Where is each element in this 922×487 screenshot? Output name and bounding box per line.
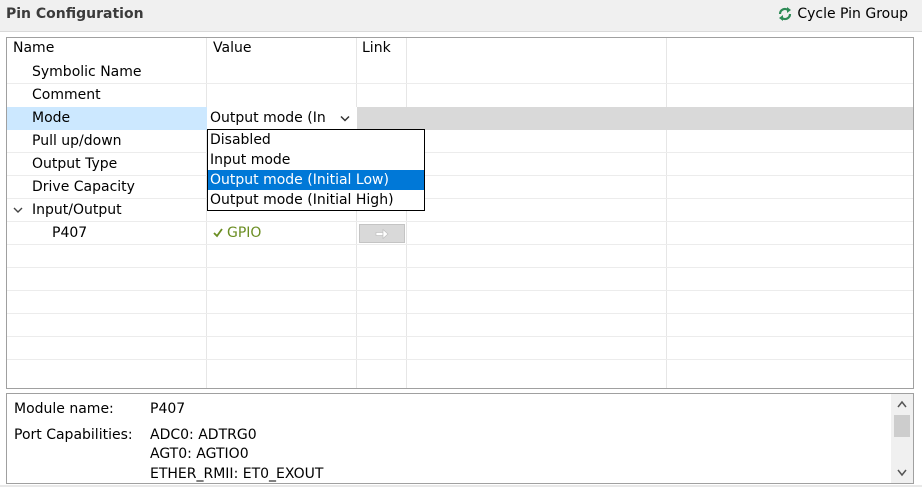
table-row-drive-capacity[interactable]: Drive Capacity bbox=[7, 176, 913, 199]
row-separator bbox=[7, 290, 913, 291]
row-name: Comment bbox=[32, 87, 101, 103]
chevron-down-icon bbox=[897, 469, 907, 477]
row-name: Pull up/down bbox=[32, 133, 122, 149]
row-name: Drive Capacity bbox=[32, 179, 135, 195]
capability-item: ETHER_RMII: ET0_EXOUT bbox=[150, 466, 324, 482]
gpio-label: GPIO bbox=[227, 225, 262, 241]
row-separator bbox=[7, 267, 913, 268]
table-row-comment[interactable]: Comment bbox=[7, 84, 913, 107]
chevron-down-icon[interactable] bbox=[13, 205, 23, 215]
mode-combo-value: Output mode (In bbox=[210, 110, 326, 126]
port-capabilities-label: Port Capabilities: bbox=[14, 427, 133, 443]
link-button[interactable] bbox=[359, 224, 405, 243]
capability-item: AGT0: AGTIO0 bbox=[150, 446, 249, 462]
chevron-down-icon bbox=[340, 115, 350, 122]
gpio-value: GPIO bbox=[213, 225, 261, 241]
table-row-symbolic-name[interactable]: Symbolic Name bbox=[7, 61, 913, 84]
row-name: Input/Output bbox=[32, 202, 122, 218]
column-header-name[interactable]: Name bbox=[13, 40, 54, 56]
cycle-arrows-icon bbox=[779, 7, 792, 21]
dropdown-option-input-mode[interactable]: Input mode bbox=[208, 150, 424, 170]
dropdown-option-disabled[interactable]: Disabled bbox=[208, 130, 424, 150]
scrollbar-thumb[interactable] bbox=[894, 415, 910, 437]
row-separator bbox=[7, 313, 913, 314]
capability-item: ADC0: ADTRG0 bbox=[150, 427, 257, 443]
table-row-mode[interactable]: Mode Output mode (In bbox=[7, 107, 913, 130]
module-name-value: P407 bbox=[150, 401, 186, 417]
row-separator bbox=[7, 359, 913, 360]
mode-combo-box[interactable]: Output mode (In bbox=[207, 107, 357, 130]
table-row-pull-up-down[interactable]: Pull up/down bbox=[7, 130, 913, 153]
row-name: Output Type bbox=[32, 156, 118, 172]
pin-configuration-header: Pin Configuration Cycle Pin Group bbox=[0, 0, 922, 32]
table-row-input-output[interactable]: Input/Output bbox=[7, 199, 913, 222]
mode-dropdown-list[interactable]: Disabled Input mode Output mode (Initial… bbox=[207, 129, 425, 211]
row-name: Mode bbox=[32, 110, 71, 126]
pin-configuration-table: Name Value Link Symbolic Name Comment Mo… bbox=[6, 37, 914, 389]
row-name: Symbolic Name bbox=[32, 64, 142, 80]
row-name: P407 bbox=[52, 225, 88, 241]
module-name-label: Module name: bbox=[14, 401, 114, 417]
cycle-pin-group-label: Cycle Pin Group bbox=[797, 6, 908, 22]
column-header-link[interactable]: Link bbox=[362, 40, 391, 56]
check-icon bbox=[213, 228, 223, 238]
row-separator bbox=[7, 336, 913, 337]
table-row-p407[interactable]: P407 GPIO bbox=[7, 222, 913, 245]
chevron-up-icon bbox=[897, 400, 907, 408]
info-scrollbar[interactable] bbox=[891, 394, 913, 483]
arrow-right-icon bbox=[375, 229, 389, 239]
pin-info-panel: Module name: P407 Port Capabilities: ADC… bbox=[6, 393, 914, 484]
scroll-up-button[interactable] bbox=[891, 396, 913, 413]
column-header-value[interactable]: Value bbox=[213, 40, 251, 56]
panel-title: Pin Configuration bbox=[6, 6, 144, 22]
scroll-down-button[interactable] bbox=[891, 464, 913, 481]
dropdown-option-output-high[interactable]: Output mode (Initial High) bbox=[208, 190, 424, 210]
cycle-pin-group-button[interactable]: Cycle Pin Group bbox=[777, 6, 908, 22]
dropdown-option-output-low[interactable]: Output mode (Initial Low) bbox=[208, 170, 424, 190]
table-row-output-type[interactable]: Output Type bbox=[7, 153, 913, 176]
